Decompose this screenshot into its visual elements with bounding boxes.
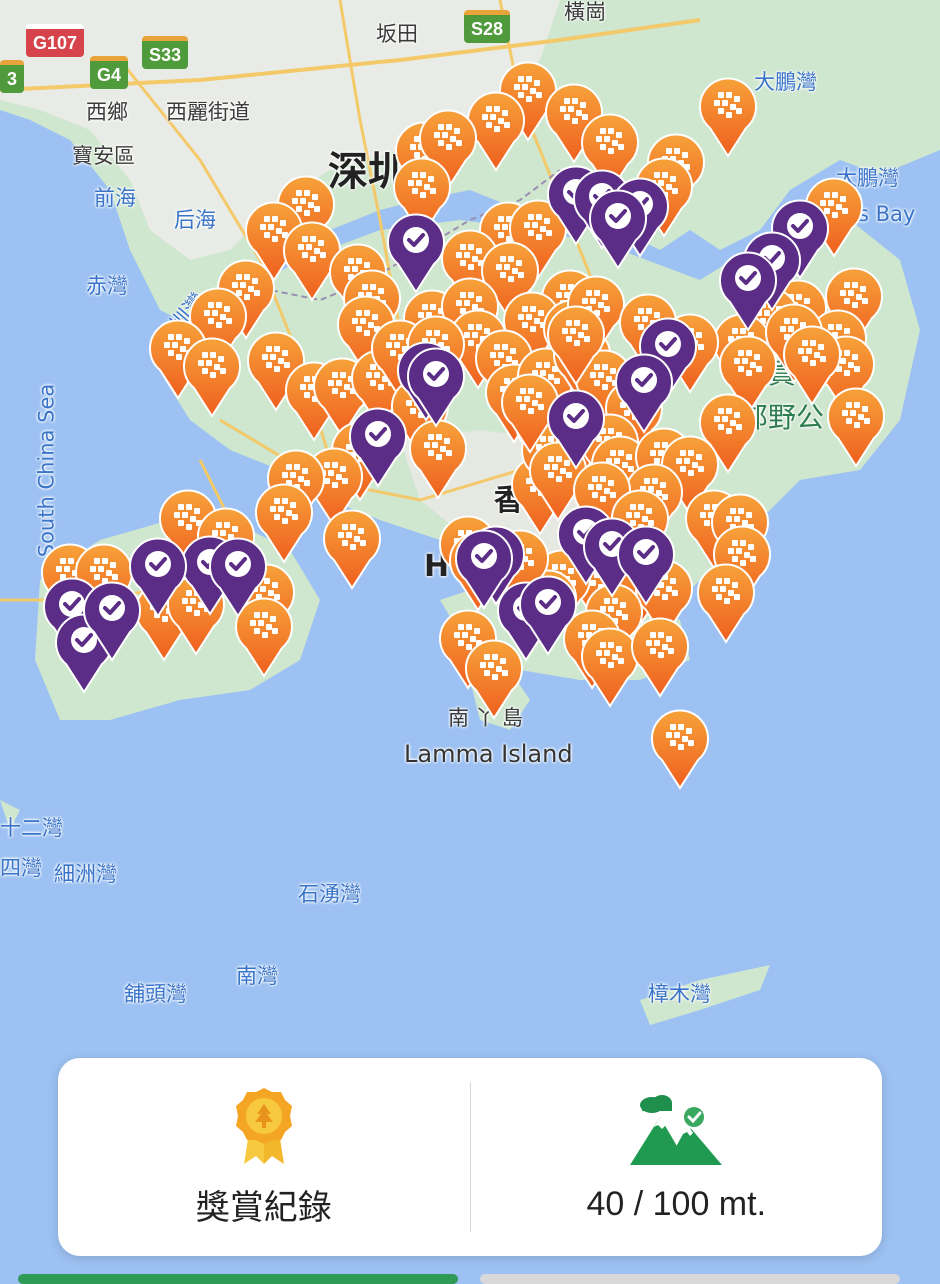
completed-marker-purple[interactable] [206,534,270,618]
trail-marker-orange[interactable] [628,614,692,698]
place-label: South China Sea [34,383,59,558]
completed-marker-purple[interactable] [346,404,410,488]
rewards-record-button[interactable]: 獎賞紀錄 [58,1058,470,1256]
place-label: 橫崗 [564,0,606,24]
place-label: 四灣 [0,856,42,880]
mountain-check-icon [630,1094,723,1165]
rewards-record-label: 獎賞紀錄 [195,1187,332,1228]
completed-marker-purple[interactable] [404,344,468,428]
bottom-tab-bar-edge [480,1274,900,1284]
road-shield: G4 [90,56,129,89]
completed-marker-purple[interactable] [586,186,650,270]
progress-count: 40 / 100 mt. [586,1184,767,1223]
completed-marker-purple[interactable] [384,210,448,294]
completed-marker-purple[interactable] [80,578,144,662]
trail-marker-orange[interactable] [544,302,608,386]
place-label: 十二灣 [0,816,63,840]
completed-marker-purple[interactable] [614,522,678,606]
road-shield: S28 [464,10,511,43]
place-label: 南灣 [236,964,278,988]
place-label: 前海 [94,186,136,210]
place-label: 大鵬灣 [754,70,817,94]
place-label: 西鄉 [86,100,128,124]
place-label: s Bay [858,202,916,226]
bottom-tab-bar-edge [18,1274,458,1284]
place-label: 細洲灣 [54,862,117,886]
place-label: 坂田 [376,22,418,46]
trail-marker-orange[interactable] [320,506,384,590]
road-shield: 3 [0,60,25,93]
place-label: 樟木灣 [648,982,711,1006]
place-label: 西麗街道 [166,100,250,124]
completed-marker-purple[interactable] [612,350,676,434]
progress-button[interactable]: 40 / 100 mt. [471,1058,883,1256]
place-label: Lamma Island [404,740,573,768]
trail-marker-orange[interactable] [648,706,712,790]
trail-marker-orange[interactable] [694,560,758,644]
place-label: 石湧灣 [298,882,361,906]
road-shield: S33 [142,36,189,69]
completed-marker-purple[interactable] [716,248,780,332]
place-label: 赤灣 [86,274,128,298]
trail-marker-orange[interactable] [180,334,244,418]
trail-marker-orange[interactable] [406,416,470,500]
road-shield: G107 [26,24,85,57]
bottom-panel: 獎賞紀錄 40 / 100 mt. [58,1058,882,1256]
place-label: 后海 [174,208,216,232]
completed-marker-purple[interactable] [544,386,608,470]
award-ribbon-icon [235,1087,292,1164]
place-label: 寶安區 [72,144,135,168]
place-label: 舖頭灣 [124,982,187,1006]
trail-marker-orange[interactable] [780,322,844,406]
